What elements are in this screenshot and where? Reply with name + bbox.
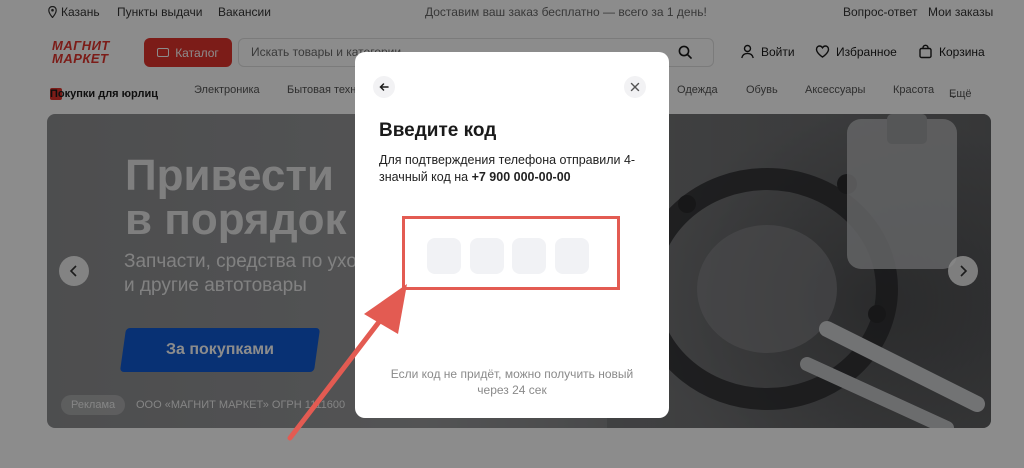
code-digit-1-input[interactable] [427, 238, 461, 274]
close-icon [630, 82, 640, 92]
verification-code-dialog: Введите код Для подтверждения телефона о… [355, 52, 669, 418]
code-input-highlight [402, 216, 620, 290]
code-digit-3-input[interactable] [512, 238, 546, 274]
resend-timer-text: Если код не придёт, можно получить новый… [390, 367, 634, 397]
close-button[interactable] [624, 76, 646, 98]
dialog-description: Для подтверждения телефона отправили 4-з… [379, 152, 649, 186]
back-button[interactable] [373, 76, 395, 98]
code-digit-4-input[interactable] [555, 238, 589, 274]
code-digit-2-input[interactable] [470, 238, 504, 274]
arrow-left-icon [379, 83, 389, 91]
dialog-title: Введите код [379, 120, 497, 141]
phone-number: +7 900 000-00-00 [471, 170, 571, 184]
